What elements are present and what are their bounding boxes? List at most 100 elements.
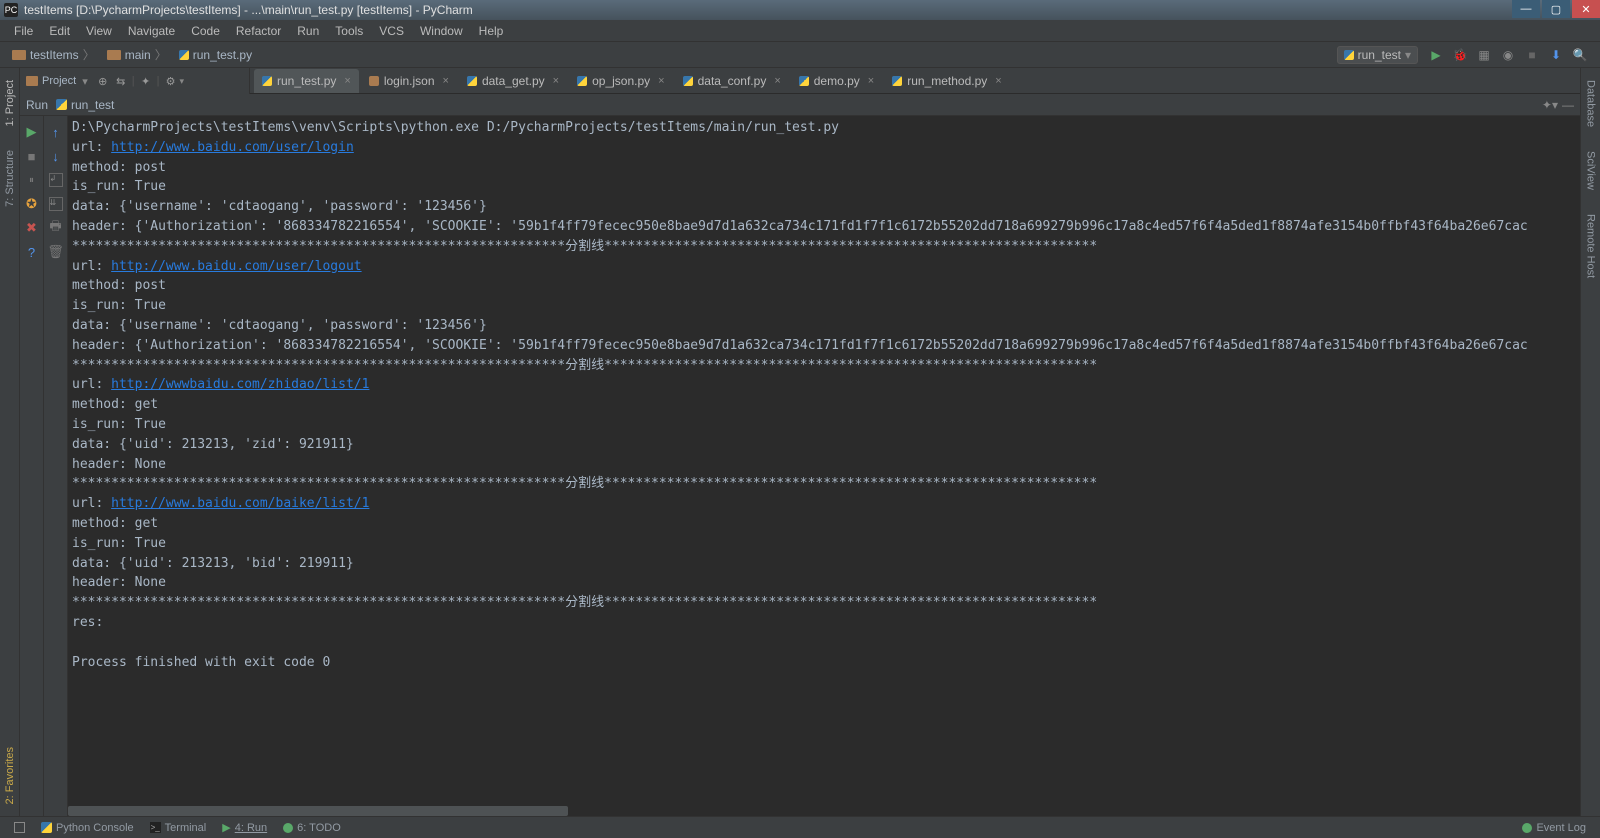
left-tool-stripe: 1: Project 7: Structure 2: Favorites xyxy=(0,68,20,816)
run-console-output[interactable]: D:\PycharmProjects\testItems\venv\Script… xyxy=(68,116,1580,816)
editor-tab-label: login.json xyxy=(384,74,435,88)
toolwindow-tab-remote-host[interactable]: Remote Host xyxy=(1583,206,1599,286)
menu-code[interactable]: Code xyxy=(183,22,228,40)
python-file-icon xyxy=(799,76,809,86)
window-close-button[interactable]: ✕ xyxy=(1572,0,1600,18)
menu-file[interactable]: File xyxy=(6,22,41,40)
collapse-icon[interactable]: ⇆ xyxy=(114,74,128,88)
editor-tab-op-json[interactable]: op_json.py × xyxy=(569,69,672,93)
menu-help[interactable]: Help xyxy=(471,22,512,40)
breadcrumb-item-main[interactable]: main 〉 xyxy=(103,46,175,63)
update-button[interactable]: ⬇ xyxy=(1546,45,1566,65)
statusbar-todo[interactable]: 6: TODO xyxy=(275,822,349,834)
info-icon xyxy=(1522,823,1532,833)
breadcrumb-label: testItems xyxy=(30,48,79,62)
stop-button[interactable]: ■ xyxy=(23,147,41,165)
editor-tab-label: demo.py xyxy=(814,74,860,88)
editor-tab-data-conf[interactable]: data_conf.py × xyxy=(675,69,789,93)
play-icon: ▶ xyxy=(222,821,230,834)
stop-button[interactable]: ■ xyxy=(1522,45,1542,65)
close-icon[interactable]: × xyxy=(658,75,664,87)
menu-edit[interactable]: Edit xyxy=(41,22,78,40)
toolwindow-tab-favorites[interactable]: 2: Favorites xyxy=(2,739,18,812)
clear-all-button[interactable]: 🗑 xyxy=(47,243,65,261)
menu-vcs[interactable]: VCS xyxy=(371,22,412,40)
help-button[interactable]: ? xyxy=(23,243,41,261)
folder-icon xyxy=(12,50,26,60)
statusbar-event-log[interactable]: Event Log xyxy=(1514,822,1594,834)
toolwindow-tab-sciview[interactable]: SciView xyxy=(1583,143,1599,198)
python-file-icon xyxy=(179,50,189,60)
chevron-down-icon[interactable]: ▾ xyxy=(82,75,88,88)
debug-button[interactable]: 🐞 xyxy=(1450,45,1470,65)
run-config-label: run_test xyxy=(1358,48,1401,62)
soft-wrap-button[interactable]: ↲ xyxy=(47,171,65,189)
pause-button[interactable]: ⏸ xyxy=(23,171,41,189)
search-everywhere-button[interactable]: 🔍 xyxy=(1570,45,1590,65)
close-icon[interactable]: × xyxy=(868,75,874,87)
project-pane-label[interactable]: Project xyxy=(42,75,76,87)
window-maximize-button[interactable]: ▢ xyxy=(1542,0,1570,18)
close-icon[interactable]: × xyxy=(995,75,1001,87)
close-icon[interactable]: × xyxy=(774,75,780,87)
scroll-to-end-button[interactable]: ⇊ xyxy=(47,195,65,213)
toolwindow-tab-structure[interactable]: 7: Structure xyxy=(2,142,18,215)
menu-refactor[interactable]: Refactor xyxy=(228,22,289,40)
right-tool-stripe: Database SciView Remote Host xyxy=(1580,68,1600,816)
toolwindow-tab-project[interactable]: 1: Project xyxy=(2,72,18,134)
console-horizontal-scrollbar[interactable] xyxy=(68,806,568,816)
menu-window[interactable]: Window xyxy=(412,22,471,40)
statusbar-python-console[interactable]: Python Console xyxy=(33,822,142,834)
breadcrumb-item-testitems[interactable]: testItems 〉 xyxy=(8,46,103,63)
editor-tab-demo[interactable]: demo.py × xyxy=(791,69,882,93)
breadcrumb-item-runtest[interactable]: run_test.py xyxy=(175,48,256,62)
close-icon[interactable]: × xyxy=(344,75,350,87)
run-gutter-primary: ▶ ■ ⏸ ✪ ✖ ? xyxy=(20,116,44,816)
json-file-icon xyxy=(369,76,379,86)
chevron-down-icon[interactable]: ▾ xyxy=(180,76,185,87)
window-title: testItems [D:\PycharmProjects\testItems]… xyxy=(24,3,473,17)
nav-toolbar: testItems 〉 main 〉 run_test.py run_test … xyxy=(0,42,1600,68)
pycharm-app-icon: PC xyxy=(4,3,18,17)
window-minimize-button[interactable]: — xyxy=(1512,0,1540,18)
main-menubar: File Edit View Navigate Code Refactor Ru… xyxy=(0,20,1600,42)
coverage-button[interactable]: ▦ xyxy=(1474,45,1494,65)
toolwindow-tab-database[interactable]: Database xyxy=(1583,72,1599,135)
menu-navigate[interactable]: Navigate xyxy=(120,22,183,40)
run-config-selector[interactable]: run_test ▾ xyxy=(1337,46,1418,64)
editor-tab-data-get[interactable]: data_get.py × xyxy=(459,69,567,93)
show-options-icon[interactable]: ✦ xyxy=(139,74,153,88)
editor-tab-run-test[interactable]: run_test.py × xyxy=(254,69,359,93)
statusbar: Python Console >_Terminal ▶4: Run 6: TOD… xyxy=(0,816,1600,838)
quick-access-icon xyxy=(14,822,25,833)
close-icon[interactable]: × xyxy=(553,75,559,87)
down-trace-button[interactable]: ↓ xyxy=(47,147,65,165)
rerun-button[interactable]: ▶ xyxy=(23,123,41,141)
breadcrumb-label: run_test.py xyxy=(193,48,252,62)
editor-tab-login-json[interactable]: login.json × xyxy=(361,69,457,93)
run-button[interactable]: ▶ xyxy=(1426,45,1446,65)
exit-button[interactable]: ✖ xyxy=(23,219,41,237)
menu-tools[interactable]: Tools xyxy=(327,22,371,40)
run-toolwindow-body: ▶ ■ ⏸ ✪ ✖ ? ↑ ↓ ↲ ⇊ 🖶 🗑 D:\PycharmProjec… xyxy=(20,116,1580,816)
print-button[interactable]: 🖶 xyxy=(47,219,65,237)
statusbar-terminal[interactable]: >_Terminal xyxy=(142,822,215,834)
gear-icon[interactable]: ⚙ xyxy=(164,74,178,88)
statusbar-toggle-toolwindows[interactable] xyxy=(6,822,33,833)
scroll-target-icon[interactable]: ⊕ xyxy=(96,74,110,88)
gear-icon[interactable]: ✦▾ xyxy=(1542,98,1558,112)
up-trace-button[interactable]: ↑ xyxy=(47,123,65,141)
project-toolbar: Project ▾ ⊕ ⇆ | ✦ | ⚙ ▾ xyxy=(20,68,250,94)
minimize-icon[interactable]: — xyxy=(1562,98,1574,112)
profile-button[interactable]: ◉ xyxy=(1498,45,1518,65)
python-file-icon xyxy=(467,76,477,86)
menu-run[interactable]: Run xyxy=(289,22,327,40)
editor-tab-run-method[interactable]: run_method.py × xyxy=(884,69,1010,93)
run-gutter-secondary: ↑ ↓ ↲ ⇊ 🖶 🗑 xyxy=(44,116,68,816)
close-icon[interactable]: × xyxy=(443,75,449,87)
dump-threads-button[interactable]: ✪ xyxy=(23,195,41,213)
statusbar-run[interactable]: ▶4: Run xyxy=(214,821,275,834)
menu-view[interactable]: View xyxy=(78,22,120,40)
run-toolwindow-header: Run run_test ✦▾ — xyxy=(20,94,1580,116)
python-file-icon xyxy=(892,76,902,86)
